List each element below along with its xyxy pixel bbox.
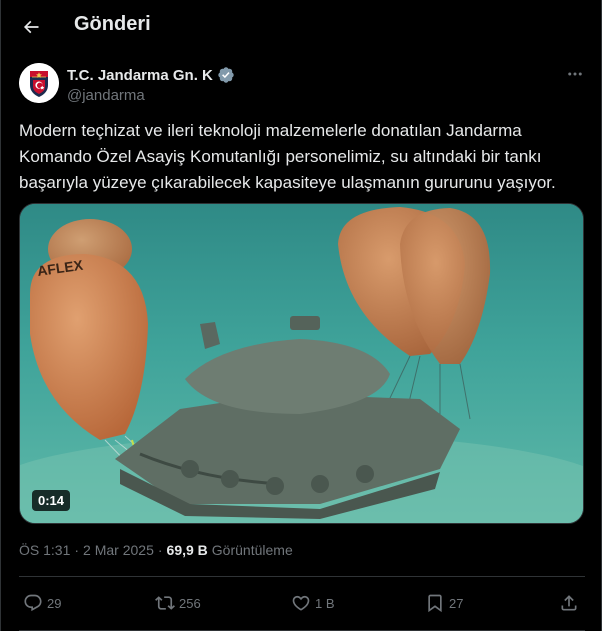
like-count: 1 B bbox=[315, 595, 335, 611]
back-button[interactable] bbox=[14, 10, 48, 44]
name-row: T.C. Jandarma Gn. K bbox=[67, 66, 235, 84]
post-text: Modern teçhizat ve ileri teknoloji malze… bbox=[19, 121, 556, 192]
retweet-button[interactable]: 256 bbox=[155, 588, 201, 618]
more-options-button[interactable] bbox=[565, 64, 585, 84]
retweet-icon bbox=[155, 596, 175, 610]
views-label: Görüntüleme bbox=[211, 542, 293, 558]
meta-separator: · bbox=[74, 542, 80, 558]
bookmark-button[interactable]: 27 bbox=[425, 588, 463, 618]
page-title: Gönderi bbox=[74, 13, 151, 35]
like-button[interactable]: 1 B bbox=[291, 588, 335, 618]
share-button[interactable] bbox=[559, 588, 579, 618]
action-bar: 29 256 1 B 27 bbox=[19, 588, 585, 618]
views-count: 69,9 B bbox=[166, 542, 208, 558]
author-row: T.C. Jandarma Gn. K @jandarma bbox=[19, 62, 585, 106]
heart-icon bbox=[292, 595, 310, 611]
post-detail-view: Gönderi T.C. Jandarma Gn. K @jandarma Mo… bbox=[0, 0, 602, 631]
post-time[interactable]: ÖS 1:31 bbox=[19, 542, 70, 558]
arrow-left-icon bbox=[23, 20, 39, 34]
post-meta: ÖS 1:31 · 2 Mar 2025 · 69,9 B Görüntülem… bbox=[19, 542, 293, 558]
divider bbox=[19, 576, 585, 577]
author-handle[interactable]: @jandarma bbox=[67, 87, 145, 104]
bookmark-count: 27 bbox=[449, 595, 464, 611]
video-thumbnail: AFLEX bbox=[20, 204, 583, 523]
verified-badge-icon bbox=[218, 67, 234, 83]
video-player[interactable]: AFLEX 0:14 bbox=[19, 203, 584, 524]
jandarma-emblem-icon bbox=[19, 63, 59, 103]
reply-button[interactable]: 29 bbox=[23, 588, 61, 618]
avatar[interactable] bbox=[19, 63, 59, 103]
meta-separator: · bbox=[157, 542, 163, 558]
video-duration-badge: 0:14 bbox=[32, 490, 71, 511]
reply-icon bbox=[24, 594, 42, 612]
more-horizontal-icon bbox=[568, 72, 582, 76]
retweet-count: 256 bbox=[179, 595, 201, 611]
author-display-name[interactable]: T.C. Jandarma Gn. K bbox=[67, 67, 213, 84]
top-bar: Gönderi bbox=[1, 0, 602, 53]
bookmark-icon bbox=[428, 594, 442, 613]
post-date[interactable]: 2 Mar 2025 bbox=[83, 542, 154, 558]
share-icon bbox=[561, 595, 577, 611]
reply-count: 29 bbox=[47, 595, 62, 611]
